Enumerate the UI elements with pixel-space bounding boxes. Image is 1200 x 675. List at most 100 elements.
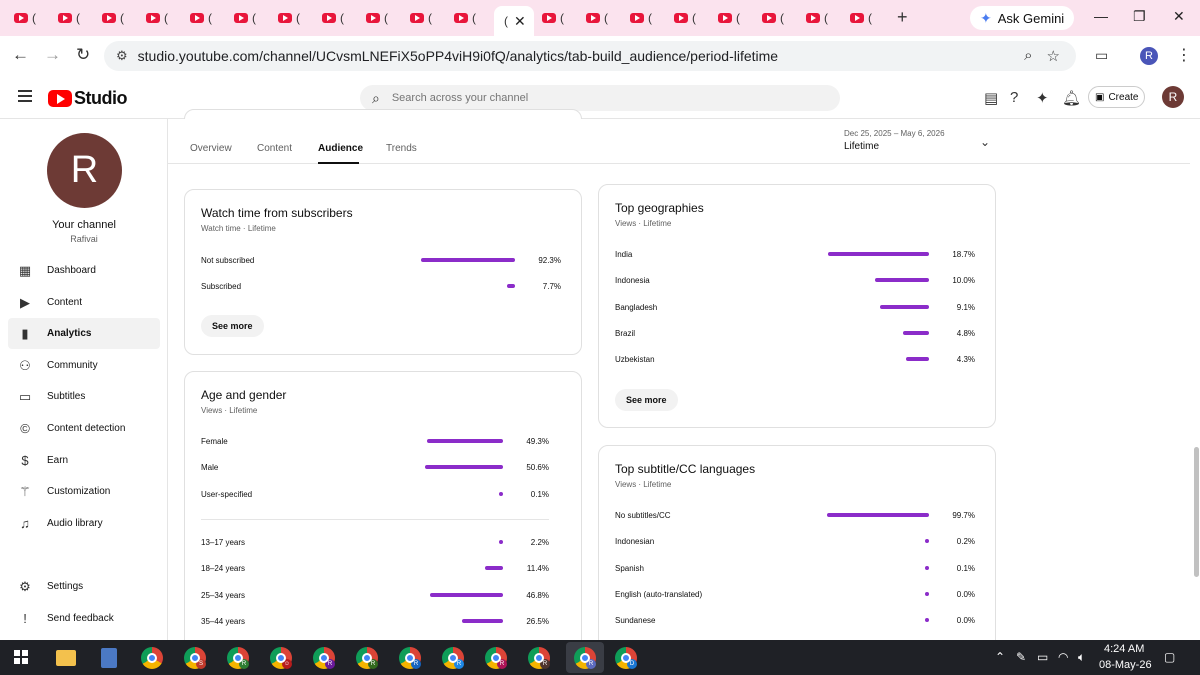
sidebar-item-subtitles[interactable]: ▭ Subtitles bbox=[8, 381, 160, 412]
bookmark-star-icon[interactable]: ☆ bbox=[1047, 47, 1060, 65]
youtube-favicon-icon bbox=[806, 13, 820, 23]
browser-tab[interactable]: ( bbox=[142, 6, 182, 30]
browser-tab[interactable]: ( bbox=[758, 6, 798, 30]
account-avatar[interactable]: R bbox=[1162, 86, 1184, 108]
tab-audience[interactable]: Audience bbox=[318, 143, 363, 154]
new-tab-button[interactable]: + bbox=[897, 7, 908, 28]
search-input[interactable] bbox=[391, 92, 792, 104]
hamburger-menu-icon[interactable] bbox=[18, 90, 32, 102]
browser-tab[interactable]: ( bbox=[670, 6, 710, 30]
browser-tab-active[interactable]: ( ✕ bbox=[494, 6, 534, 36]
gemini-spark-icon: ✦ bbox=[980, 9, 992, 26]
browser-tab[interactable]: ( bbox=[582, 6, 622, 30]
tab-content[interactable]: Content bbox=[257, 143, 292, 154]
taskbar-date[interactable]: 08-May-26 bbox=[1099, 659, 1152, 671]
sidebar-item-settings[interactable]: ⚙ Settings bbox=[8, 571, 160, 602]
address-bar[interactable]: ⚙ studio.youtube.com/channel/UCvsmLNEFiX… bbox=[104, 41, 1076, 71]
wifi-icon[interactable]: ◠ bbox=[1058, 650, 1068, 664]
browser-tab[interactable]: ( bbox=[186, 6, 226, 30]
restore-button[interactable]: ❐ bbox=[1133, 8, 1146, 25]
chevron-up-icon[interactable]: ⌃ bbox=[995, 650, 1005, 664]
close-tab-icon[interactable]: ✕ bbox=[514, 13, 526, 30]
browser-tab[interactable]: ( bbox=[54, 6, 94, 30]
browser-menu-icon[interactable]: ⋮ bbox=[1176, 45, 1192, 65]
browser-tab[interactable]: ( bbox=[802, 6, 842, 30]
chrome-profile-icon[interactable]: R bbox=[574, 647, 596, 669]
chrome-profile-icon[interactable]: R bbox=[399, 647, 421, 669]
windows-start-icon[interactable] bbox=[14, 650, 28, 664]
sidebar-item-earn[interactable]: $ Earn bbox=[8, 445, 160, 476]
card-title: Watch time from subscribers bbox=[201, 206, 353, 220]
chrome-icon[interactable] bbox=[141, 647, 163, 669]
chrome-profile-icon[interactable]: S bbox=[184, 647, 206, 669]
see-more-button[interactable]: See more bbox=[615, 389, 678, 411]
battery-icon[interactable]: ▭ bbox=[1037, 650, 1048, 664]
browser-tab[interactable]: ( bbox=[318, 6, 358, 30]
browser-tab[interactable]: ( bbox=[230, 6, 270, 30]
browser-tab[interactable]: ( bbox=[10, 6, 50, 30]
youtube-favicon-icon bbox=[14, 13, 28, 23]
minimize-button[interactable]: — bbox=[1094, 8, 1108, 24]
studio-logo[interactable]: Studio bbox=[48, 88, 128, 109]
tab-trends[interactable]: Trends bbox=[386, 143, 417, 154]
file-explorer-icon[interactable] bbox=[56, 650, 76, 666]
chrome-profile-icon[interactable]: ☺ bbox=[270, 647, 292, 669]
chrome-profile-icon[interactable]: R bbox=[356, 647, 378, 669]
forward-arrow-icon[interactable]: → bbox=[44, 45, 61, 65]
channel-search-bar[interactable]: ⌕ bbox=[360, 85, 840, 111]
percent-bar bbox=[880, 305, 929, 309]
sidebar-item-customization[interactable]: ⚚ Customization bbox=[8, 476, 160, 507]
browser-tab[interactable]: ( bbox=[406, 6, 446, 30]
percent-bar bbox=[925, 539, 929, 543]
help-icon[interactable]: ? bbox=[1010, 89, 1018, 106]
sidebar-item-community[interactable]: ⚇ Community bbox=[8, 350, 160, 381]
browser-tab[interactable]: ( bbox=[538, 6, 578, 30]
sidebar-item-send-feedback[interactable]: ! Send feedback bbox=[8, 603, 160, 634]
see-more-button[interactable]: See more bbox=[201, 315, 264, 337]
row-percent: 0.0% bbox=[956, 616, 975, 625]
browser-tab[interactable]: ( bbox=[98, 6, 138, 30]
browser-tab[interactable]: ( bbox=[626, 6, 666, 30]
period-name: Lifetime bbox=[844, 141, 880, 152]
youtube-favicon-icon bbox=[762, 13, 776, 23]
chrome-profile-icon[interactable]: R bbox=[227, 647, 249, 669]
sparkle-icon[interactable]: ✦ bbox=[1036, 89, 1049, 107]
zoom-icon[interactable]: ⌕ bbox=[1024, 47, 1032, 65]
table-row: Subscribed 7.7% bbox=[201, 280, 561, 294]
chrome-profile-icon[interactable]: R bbox=[528, 647, 550, 669]
sidebar-item-content-detection[interactable]: © Content detection bbox=[8, 413, 160, 444]
browser-tab[interactable]: ( bbox=[714, 6, 754, 30]
create-button[interactable]: ▣ Create bbox=[1088, 86, 1146, 108]
row-percent: 26.5% bbox=[526, 617, 549, 626]
speaker-icon[interactable]: 🔈︎ bbox=[1078, 650, 1085, 665]
site-settings-icon[interactable]: ⚙ bbox=[116, 48, 128, 64]
messages-icon[interactable]: ▤ bbox=[984, 89, 998, 107]
percent-bar bbox=[499, 540, 503, 544]
sidebar-item-content[interactable]: ▶ Content bbox=[8, 287, 160, 318]
sidebar-item-dashboard[interactable]: ▦ Dashboard bbox=[8, 255, 160, 286]
channel-avatar[interactable]: R bbox=[47, 133, 122, 208]
scrollbar-thumb[interactable] bbox=[1194, 447, 1199, 577]
ask-gemini-button[interactable]: ✦ Ask Gemini bbox=[970, 6, 1075, 30]
chrome-profile-icon[interactable]: D bbox=[615, 647, 637, 669]
notifications-bell-icon[interactable]: 🔔︎ bbox=[1062, 89, 1081, 107]
taskbar-time[interactable]: 4:24 AM bbox=[1104, 643, 1144, 655]
sidebar-item-audio-library[interactable]: ♫ Audio library bbox=[8, 508, 160, 539]
browser-tab[interactable]: ( bbox=[274, 6, 314, 30]
browser-tab[interactable]: ( bbox=[362, 6, 402, 30]
notification-center-icon[interactable]: ▢ bbox=[1164, 650, 1175, 664]
chrome-profile-icon[interactable]: R bbox=[313, 647, 335, 669]
chrome-profile-icon[interactable]: R bbox=[485, 647, 507, 669]
back-arrow-icon[interactable]: ← bbox=[12, 45, 29, 65]
browser-tab[interactable]: ( bbox=[450, 6, 490, 30]
browser-profile-avatar[interactable]: R bbox=[1140, 47, 1158, 65]
pen-icon[interactable]: ✎ bbox=[1016, 650, 1026, 664]
chrome-profile-icon[interactable]: R bbox=[442, 647, 464, 669]
browser-tab[interactable]: ( bbox=[846, 6, 886, 30]
search-panel-icon[interactable]: ▭ bbox=[1095, 47, 1108, 64]
tab-overview[interactable]: Overview bbox=[190, 143, 232, 154]
reload-icon[interactable]: ↻ bbox=[76, 45, 90, 65]
window-close-button[interactable]: ✕ bbox=[1173, 8, 1185, 25]
calculator-icon[interactable] bbox=[101, 648, 117, 668]
sidebar-item-analytics[interactable]: ▮ Analytics bbox=[8, 318, 160, 349]
